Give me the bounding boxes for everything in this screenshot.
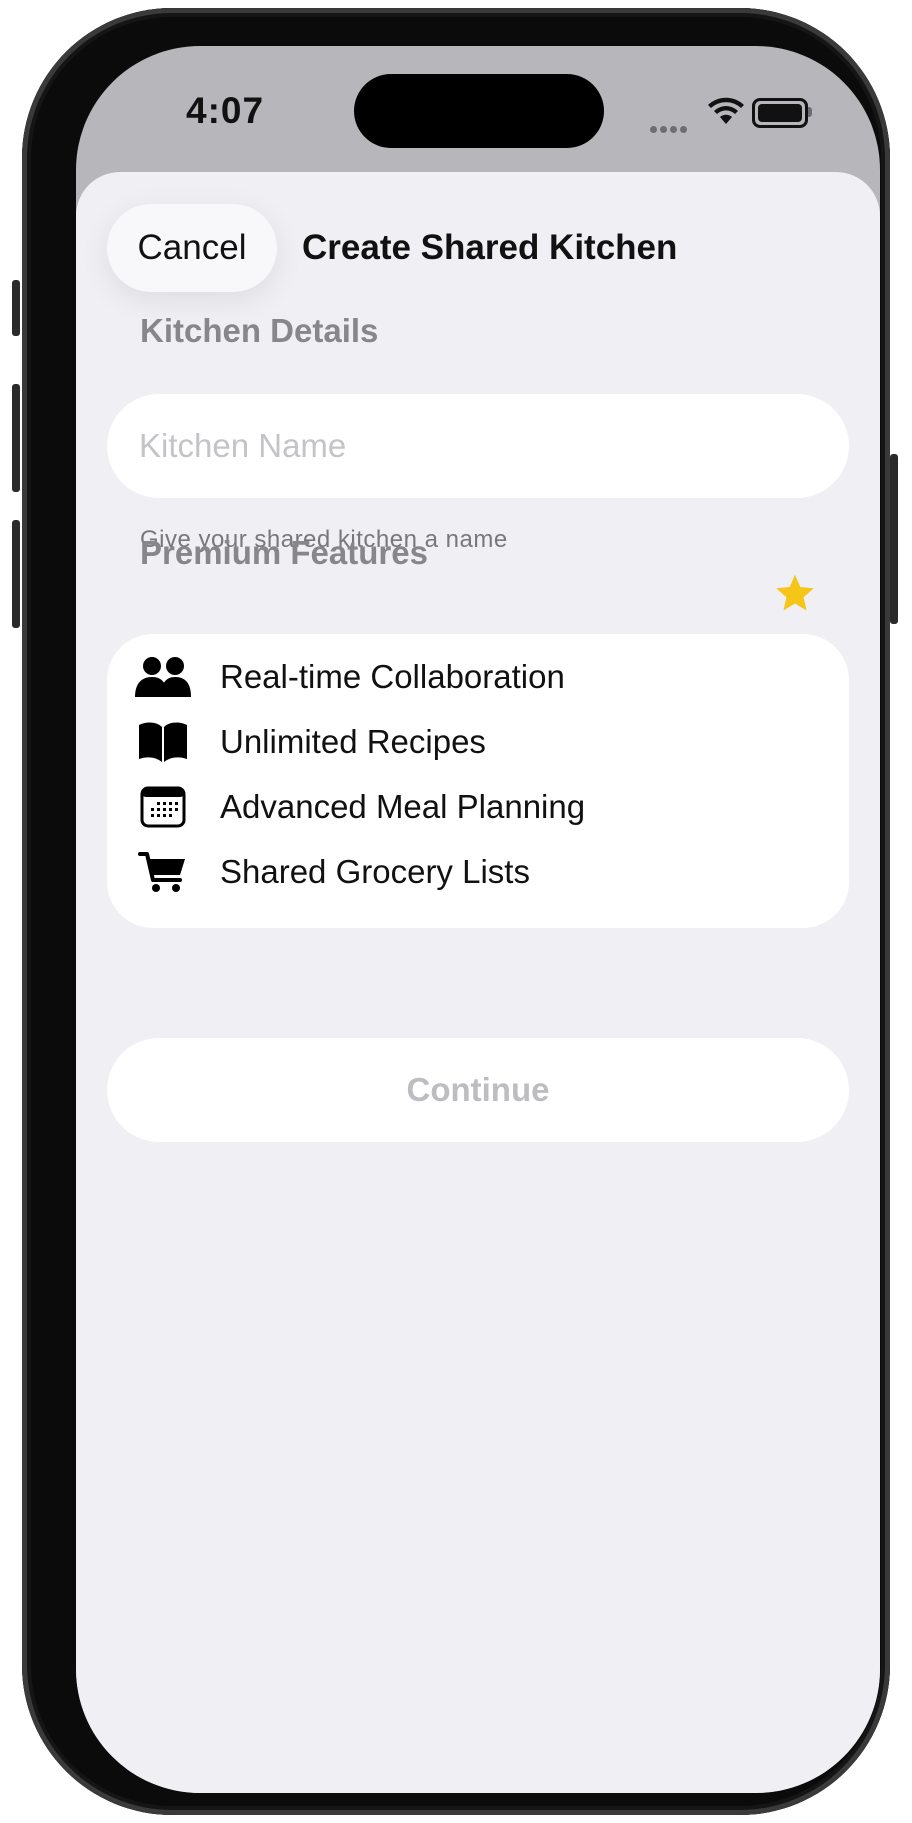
book-icon bbox=[133, 715, 193, 769]
feature-label: Unlimited Recipes bbox=[220, 723, 486, 760]
kitchen-name-input[interactable] bbox=[107, 394, 849, 498]
phone-frame: 4:07 Cancel Create Shared Kitchen Kitche… bbox=[12, 8, 898, 1815]
premium-features-card: Real-time Collaboration Unlimited Recipe… bbox=[107, 634, 849, 928]
calendar-icon bbox=[133, 780, 193, 834]
list-item: Shared Grocery Lists bbox=[107, 843, 849, 903]
continue-button[interactable]: Continue bbox=[107, 1038, 849, 1142]
volume-up-button bbox=[12, 384, 20, 492]
feature-label: Real-time Collaboration bbox=[220, 658, 565, 695]
screen: 4:07 Cancel Create Shared Kitchen Kitche… bbox=[76, 46, 880, 1793]
cart-icon bbox=[133, 845, 193, 899]
status-time: 4:07 bbox=[186, 90, 265, 131]
premium-features-heading: Premium Features bbox=[140, 534, 428, 571]
create-kitchen-sheet: Cancel Create Shared Kitchen Kitchen Det… bbox=[76, 172, 880, 1793]
cellular-signal-icon bbox=[650, 120, 690, 138]
power-button bbox=[890, 454, 898, 624]
battery-icon bbox=[752, 98, 808, 128]
battery-tip bbox=[808, 107, 812, 117]
wifi-icon bbox=[708, 97, 744, 124]
list-item: Unlimited Recipes bbox=[107, 713, 849, 773]
list-item: Advanced Meal Planning bbox=[107, 778, 849, 838]
people-icon bbox=[133, 650, 193, 704]
page-title: Create Shared Kitchen bbox=[302, 228, 678, 267]
cancel-button[interactable]: Cancel bbox=[107, 204, 277, 292]
volume-down-button bbox=[12, 520, 20, 628]
feature-label: Advanced Meal Planning bbox=[220, 788, 586, 825]
dynamic-island bbox=[354, 74, 604, 148]
silent-switch bbox=[12, 280, 20, 336]
list-item: Real-time Collaboration bbox=[107, 648, 849, 708]
feature-label: Shared Grocery Lists bbox=[220, 853, 530, 890]
kitchen-details-heading: Kitchen Details bbox=[140, 312, 379, 349]
star-icon bbox=[776, 574, 814, 611]
